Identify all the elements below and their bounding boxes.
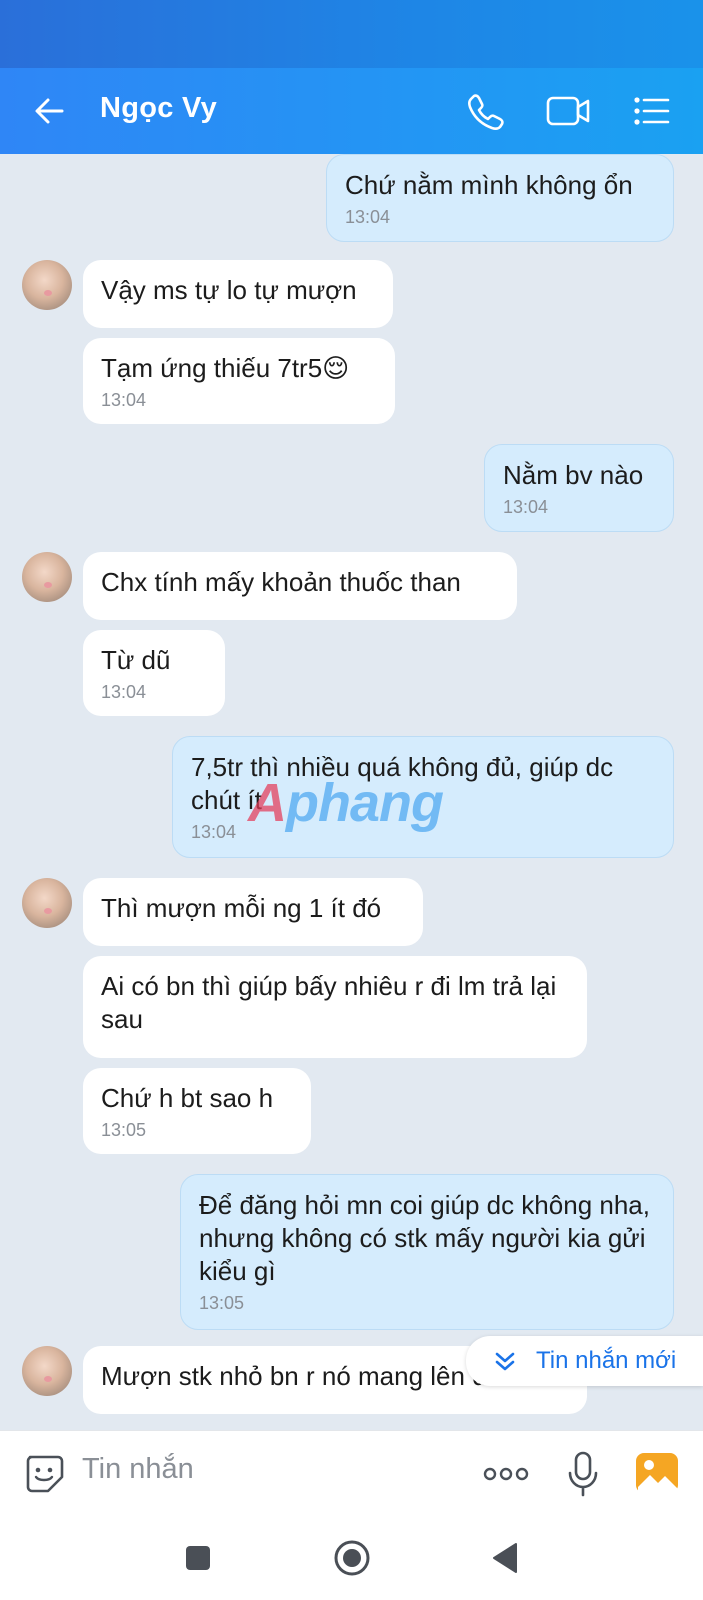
message-time: 13:04 (345, 207, 391, 227)
sticker-smile-icon[interactable] (22, 1451, 66, 1495)
new-messages-label: Tin nhắn mới (536, 1347, 677, 1374)
message-text: Chứ nằm mình không ổn (345, 170, 633, 200)
avatar[interactable] (22, 1346, 72, 1396)
microphone-icon[interactable] (566, 1449, 600, 1499)
avatar[interactable] (22, 878, 72, 928)
message-text: Nằm bv nào (503, 460, 644, 490)
video-camera-icon[interactable] (544, 90, 594, 132)
incoming-message[interactable]: Vậy ms tự lo tự mượn (83, 260, 393, 328)
message-text: Chứ h bt sao h (101, 1083, 274, 1113)
incoming-message[interactable]: Chứ h bt sao h 13:05 (83, 1068, 311, 1154)
new-messages-button[interactable]: Tin nhắn mới (466, 1336, 703, 1386)
message-text: Để đăng hỏi mn coi giúp dc không nha, nh… (199, 1190, 650, 1286)
message-time: 13:04 (101, 682, 147, 702)
chat-header: Ngọc Vy (0, 68, 703, 154)
more-dots-icon[interactable] (482, 1463, 530, 1485)
incoming-message[interactable]: Tạm ứng thiếu 7tr5😌 13:04 (83, 338, 395, 424)
avatar[interactable] (22, 552, 72, 602)
gallery-image-icon[interactable] (634, 1451, 680, 1495)
arrow-left-icon[interactable] (30, 91, 70, 131)
chevron-double-down-icon (495, 1352, 515, 1371)
message-text: Tạm ứng thiếu 7tr5😌 (101, 353, 350, 383)
message-text: Thì mượn mỗi ng 1 ít đó (101, 893, 382, 923)
contact-name[interactable]: Ngọc Vy (100, 92, 217, 125)
square-icon[interactable] (184, 1544, 212, 1572)
message-text: Từ dũ (101, 645, 171, 675)
message-input[interactable]: Tin nhắn (82, 1453, 194, 1486)
triangle-back-icon[interactable] (490, 1542, 520, 1574)
message-time: 13:04 (191, 822, 237, 842)
incoming-message[interactable]: Ai có bn thì giúp bấy nhiêu r đi lm trả … (83, 956, 587, 1058)
incoming-message[interactable]: Thì mượn mỗi ng 1 ít đó (83, 878, 423, 946)
outgoing-message[interactable]: 7,5tr thì nhiều quá không đủ, giúp dc ch… (172, 736, 674, 858)
incoming-message[interactable]: Chx tính mấy khoản thuốc than (83, 552, 517, 620)
avatar[interactable] (22, 260, 72, 310)
message-time: 13:04 (503, 497, 549, 517)
outgoing-message[interactable]: Chứ nằm mình không ổn 13:04 (326, 154, 674, 242)
outgoing-message[interactable]: Nằm bv nào 13:04 (484, 444, 674, 532)
message-text: 7,5tr thì nhiều quá không đủ, giúp dc ch… (191, 752, 614, 815)
message-time: 13:04 (101, 390, 147, 410)
message-time: 13:05 (199, 1293, 245, 1313)
list-menu-icon[interactable] (630, 90, 674, 132)
message-input-bar: Tin nhắn (0, 1430, 703, 1517)
message-text: Chx tính mấy khoản thuốc than (101, 567, 461, 597)
message-text: Vậy ms tự lo tự mượn (101, 275, 357, 305)
circle-home-icon[interactable] (332, 1538, 372, 1578)
status-bar (0, 0, 703, 68)
message-time: 13:05 (101, 1120, 147, 1140)
phone-icon[interactable] (464, 90, 508, 132)
incoming-message[interactable]: Từ dũ 13:04 (83, 630, 225, 716)
outgoing-message[interactable]: Để đăng hỏi mn coi giúp dc không nha, nh… (180, 1174, 674, 1330)
message-list[interactable]: Chứ nằm mình không ổn 13:04 Vậy ms tự lo… (0, 154, 703, 1430)
message-text: Ai có bn thì giúp bấy nhiêu r đi lm trả … (101, 971, 557, 1034)
system-nav-bar (0, 1516, 703, 1600)
message-text: Mượn stk nhỏ bn r nó mang lên dùm (101, 1361, 523, 1391)
